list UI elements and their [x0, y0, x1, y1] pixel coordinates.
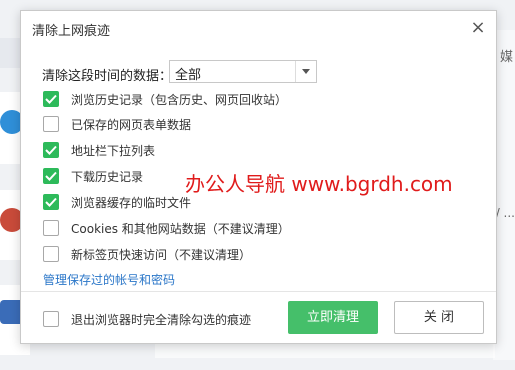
close-button[interactable]: 关 闭	[394, 301, 484, 334]
checkbox-checked-icon[interactable]	[43, 194, 59, 210]
divider	[21, 291, 496, 292]
checkbox-icon[interactable]	[43, 311, 59, 327]
clear-option-label: Cookies 和其他网站数据（不建议清理）	[71, 222, 290, 236]
dropdown-arrow-icon[interactable]	[295, 61, 316, 82]
clear-option-label: 下载历史记录	[71, 170, 144, 184]
checkbox-checked-icon[interactable]	[43, 142, 59, 158]
checkbox-checked-icon[interactable]	[43, 91, 59, 107]
time-range-select[interactable]: 全部	[169, 60, 317, 83]
clear-option-label: 浏览器缓存的临时文件	[71, 196, 192, 210]
background-right-tab: 媒	[499, 50, 513, 65]
dialog-title: 清除上网痕迹	[32, 24, 111, 39]
checkbox-icon[interactable]	[43, 220, 59, 236]
clear-option-label: 已保存的网页表单数据	[71, 118, 192, 132]
checkbox-icon[interactable]	[43, 116, 59, 132]
clear-option-label: 浏览历史记录（包含历史、网页回收站）	[71, 93, 288, 107]
time-range-value: 全部	[175, 68, 202, 83]
checkbox-icon[interactable]	[43, 246, 59, 262]
exit-clear-label: 退出浏览器时完全清除勾选的痕迹	[71, 313, 252, 327]
background-right-text: / ...	[495, 206, 515, 220]
manage-passwords-link[interactable]: 管理保存过的帐号和密码	[43, 271, 175, 288]
time-range-label: 清除这段时间的数据：	[42, 69, 173, 84]
watermark-text: 办公人导航 www.bgrdh.com	[185, 172, 453, 196]
checkbox-checked-icon[interactable]	[43, 168, 59, 184]
clear-now-button[interactable]: 立即清理	[288, 301, 378, 334]
dialog-title-bar: 清除上网痕迹 ×	[21, 11, 496, 45]
clear-option-label: 地址栏下拉列表	[71, 144, 156, 158]
clear-option-label: 新标签页快速访问（不建议清理）	[71, 248, 252, 262]
close-icon[interactable]: ×	[468, 18, 488, 38]
